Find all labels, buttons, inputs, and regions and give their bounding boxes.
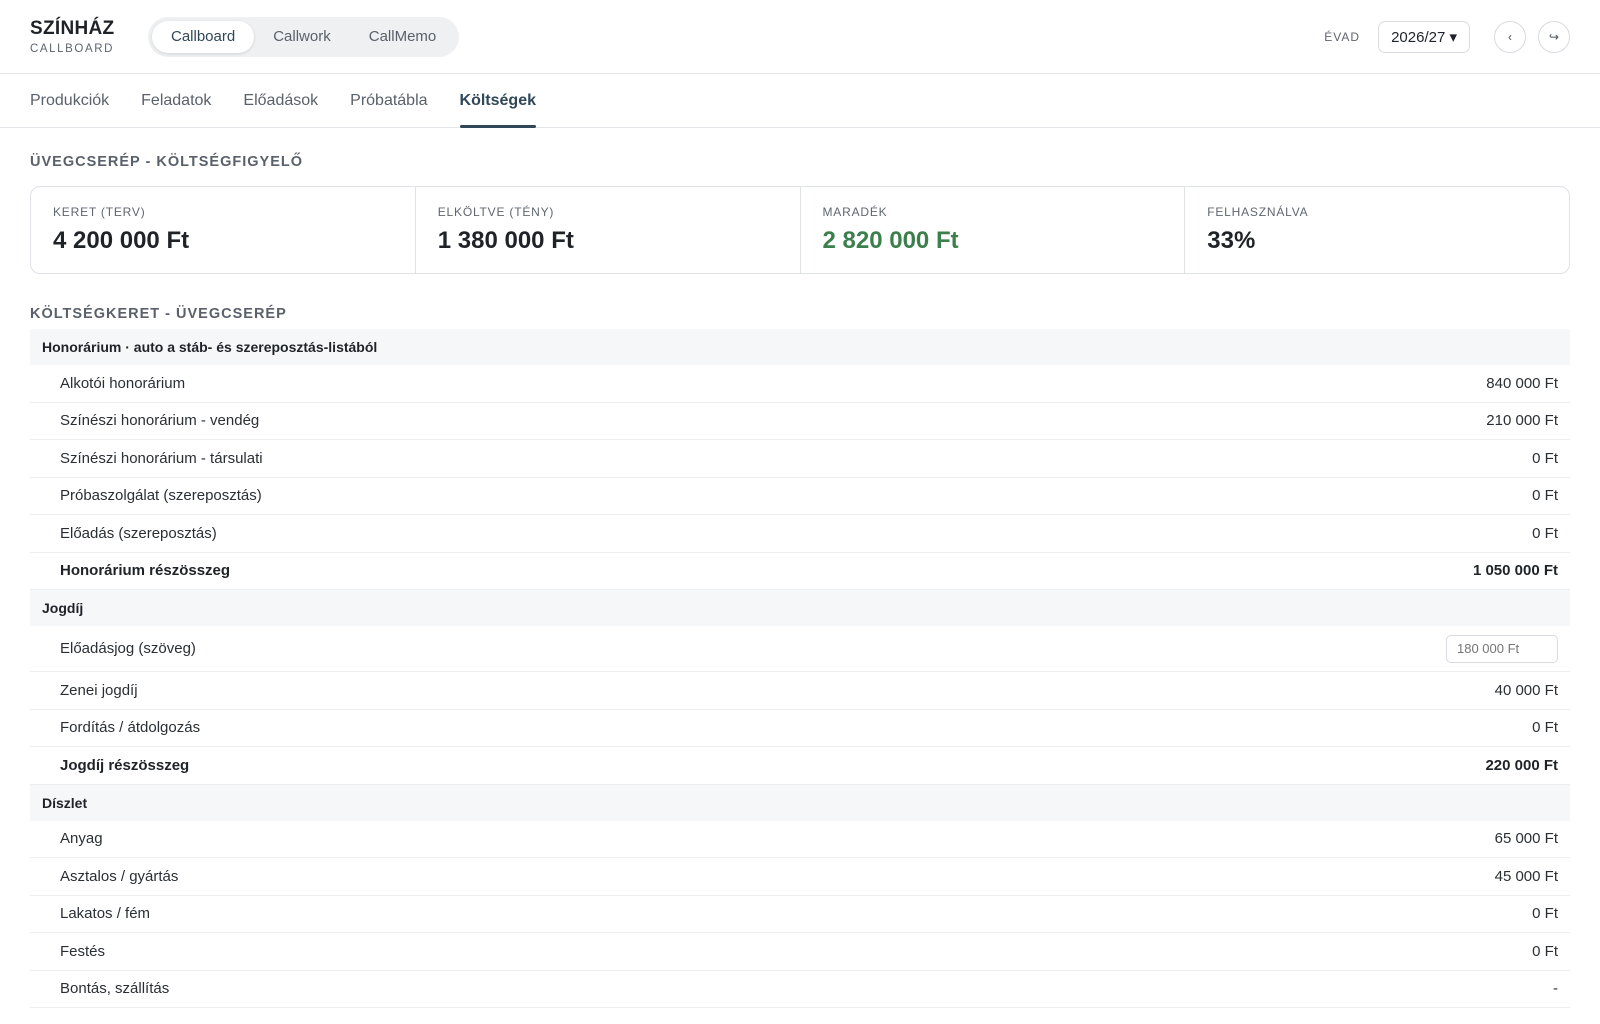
row-label: Bontás, szállítás: [60, 980, 170, 998]
header-actions: ÉVAD 2026/27 ▾ ‹ ↪: [1324, 0, 1570, 74]
row-amount: 0 Ft: [1532, 524, 1558, 542]
subtotal-row: Honorárium részösszeg 1 050 000 Ft: [30, 553, 1570, 590]
chevron-left-icon: ‹: [1508, 30, 1512, 44]
budget-table: Honorárium · auto a stáb- és szereposztá…: [30, 329, 1570, 1008]
table-row: Festés 0 Ft: [30, 933, 1570, 971]
row-label: Előadásjog (szöveg): [60, 640, 196, 657]
row-amount: 0 Ft: [1532, 449, 1558, 467]
row-label: Alkotói honorárium: [60, 374, 186, 392]
kpi-used: FELHASZNÁLVA 33%: [1185, 187, 1569, 273]
season-label: ÉVAD: [1324, 30, 1361, 44]
subtotal-row: Jogdíj részösszeg 220 000 Ft: [30, 747, 1570, 785]
row-amount: 210 000 Ft: [1486, 412, 1558, 430]
kpi-value: 33%: [1207, 227, 1256, 254]
group-header: Jogdíj: [30, 590, 1570, 626]
kpi-label: ELKÖLTVE (TÉNY): [437, 205, 555, 219]
kpi-summary: KERET (TERV) 4 200 000 Ft ELKÖLTVE (TÉNY…: [30, 186, 1570, 274]
tab-probatabla[interactable]: Próbatábla: [350, 74, 427, 127]
table-row: Előadásjog (szöveg): [30, 626, 1570, 672]
kpi-label: KERET (TERV): [53, 205, 146, 219]
kpi-budget: KERET (TERV) 4 200 000 Ft: [31, 187, 416, 273]
row-label: Próbaszolgálat (szereposztás): [60, 487, 262, 505]
app-tab-callwork[interactable]: Callwork: [254, 21, 350, 53]
kpi-label: FELHASZNÁLVA: [1207, 205, 1309, 219]
row-amount: 0 Ft: [1532, 487, 1558, 505]
amount-input[interactable]: [1446, 634, 1558, 663]
row-amount: 40 000 Ft: [1494, 681, 1558, 699]
table-row: Színészi honorárium - vendég 210 000 Ft: [30, 403, 1570, 440]
app-switcher: Callboard Callwork CallMemo: [148, 16, 460, 57]
page-title: ÜVEGCSERÉP - KÖLTSÉGFIGYELŐ: [30, 154, 303, 170]
tab-produkciok[interactable]: Produkciók: [30, 74, 109, 127]
row-label: Lakatos / fém: [60, 905, 151, 923]
tab-eloadasok[interactable]: Előadások: [243, 74, 318, 127]
row-label: Festés: [60, 942, 106, 960]
tab-feladatok[interactable]: Feladatok: [141, 74, 211, 127]
row-amount: 840 000 Ft: [1486, 374, 1558, 392]
table-row: Alkotói honorárium 840 000 Ft: [30, 365, 1570, 403]
app-tab-callmemo[interactable]: CallMemo: [350, 21, 456, 53]
row-amount: 0 Ft: [1532, 942, 1558, 960]
table-row: Asztalos / gyártás 45 000 Ft: [30, 858, 1570, 896]
budget-table-title: KÖLTSÉGKERET - ÜVEGCSERÉP: [30, 306, 287, 322]
subtotal-label: Honorárium részösszeg: [60, 562, 231, 580]
kpi-remaining: MARADÉK 2 820 000 Ft: [801, 187, 1186, 273]
logout-icon: ↪: [1548, 30, 1560, 44]
table-row: Zenei jogdíj 40 000 Ft: [30, 672, 1570, 710]
top-bar: SZÍNHÁZ CALLBOARD Callboard Callwork Cal…: [0, 0, 1600, 74]
subtotal-amount: 220 000 Ft: [1485, 756, 1558, 774]
main-content: ÜVEGCSERÉP - KÖLTSÉGFIGYELŐ KERET (TERV)…: [0, 154, 1600, 1008]
row-amount: -: [1553, 980, 1558, 998]
table-row: Fordítás / átdolgozás 0 Ft: [30, 710, 1570, 747]
group-header: Honorárium · auto a stáb- és szereposztá…: [30, 329, 1570, 365]
row-label: Fordítás / átdolgozás: [60, 719, 201, 737]
table-row: Anyag 65 000 Ft: [30, 821, 1570, 858]
row-label: Zenei jogdíj: [60, 681, 138, 699]
subtotal-label: Jogdíj részösszeg: [60, 756, 190, 774]
kpi-value: 2 820 000 Ft: [822, 227, 959, 254]
kpi-value: 4 200 000 Ft: [53, 227, 190, 254]
row-label: Színészi honorárium - társulati: [60, 449, 263, 467]
kpi-spent: ELKÖLTVE (TÉNY) 1 380 000 Ft: [416, 187, 801, 273]
kpi-value: 1 380 000 Ft: [437, 227, 574, 254]
row-amount: 0 Ft: [1532, 719, 1558, 737]
kpi-label: MARADÉK: [822, 205, 888, 219]
row-amount: 45 000 Ft: [1494, 867, 1558, 885]
row-label: Előadás (szereposztás): [60, 524, 217, 542]
row-label: Anyag: [60, 830, 103, 848]
app-tab-callboard[interactable]: Callboard: [152, 20, 255, 53]
row-label: Színészi honorárium - vendég: [60, 412, 260, 430]
brand: SZÍNHÁZ CALLBOARD: [30, 18, 148, 55]
season-select[interactable]: 2026/27 ▾: [1378, 21, 1470, 53]
table-row: Bontás, szállítás -: [30, 971, 1570, 1008]
logout-button[interactable]: ↪: [1538, 21, 1570, 53]
back-button[interactable]: ‹: [1494, 21, 1526, 53]
row-amount: 0 Ft: [1532, 905, 1558, 923]
subtotal-amount: 1 050 000 Ft: [1472, 562, 1558, 580]
table-row: Lakatos / fém 0 Ft: [30, 896, 1570, 933]
table-row: Színészi honorárium - társulati 0 Ft: [30, 440, 1570, 478]
table-row: Előadás (szereposztás) 0 Ft: [30, 515, 1570, 553]
table-row: Próbaszolgálat (szereposztás) 0 Ft: [30, 478, 1570, 515]
brand-subtitle: CALLBOARD: [30, 43, 115, 55]
group-header: Díszlet: [30, 784, 1570, 821]
row-amount: 65 000 Ft: [1494, 830, 1558, 848]
brand-title: SZÍNHÁZ: [30, 18, 115, 39]
row-label: Asztalos / gyártás: [60, 867, 179, 885]
tab-koltsegek[interactable]: Költségek: [459, 74, 537, 128]
main-nav: Produkciók Feladatok Előadások Próbatábl…: [0, 74, 1600, 128]
